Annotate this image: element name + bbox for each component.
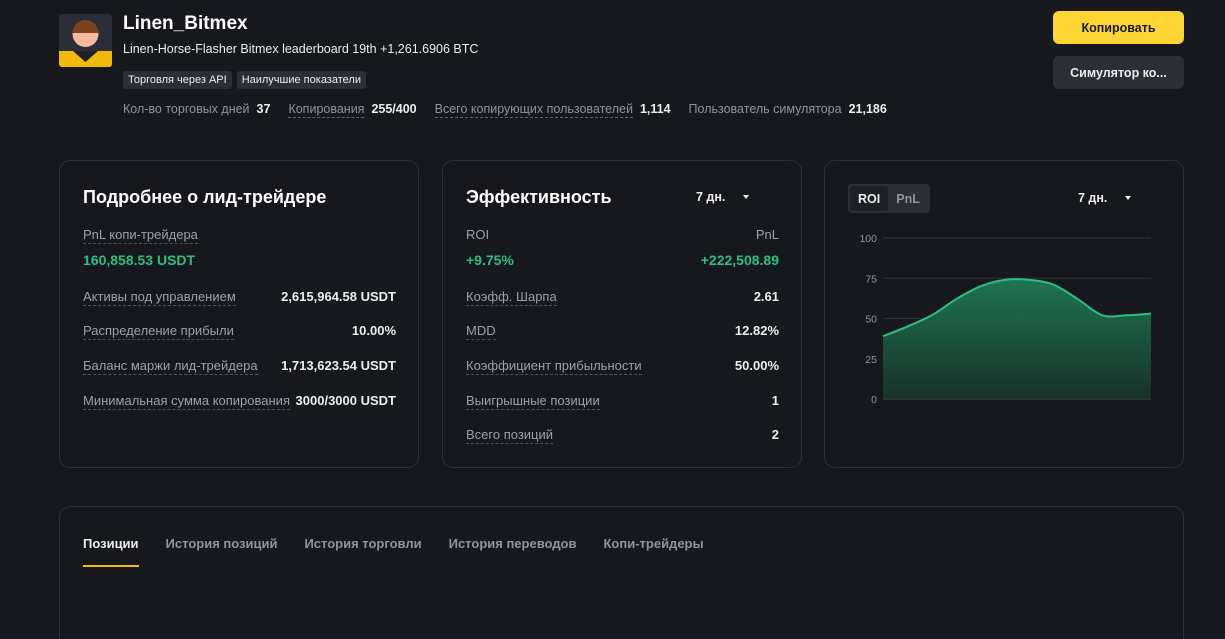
stat-copies: Копирования 255/400 [288,102,417,118]
positions-panel: Позиции История позиций История торговли… [59,506,1184,639]
perf-row-mdd: MDD 12.82% [466,323,779,340]
detail-label[interactable]: Минимальная сумма копирования [83,393,290,410]
detail-label[interactable]: Активы под управлением [83,289,236,306]
stat-label: Пользователь симулятора [688,102,842,116]
performance-period-dropdown[interactable]: 7 дн. [696,190,750,204]
tag-api-trading: Торговля через API [123,71,232,89]
detail-label[interactable]: Распределение прибыли [83,323,234,340]
avatar [59,14,112,67]
tab-trade-history[interactable]: История торговли [304,536,421,567]
stat-label[interactable]: Всего копирующих пользователей [434,102,633,118]
roi-area [883,279,1151,399]
detail-row-min-copy: Минимальная сумма копирования 3000/3000 … [83,393,396,410]
detail-row-aum: Активы под управлением 2,615,964.58 USDT [83,289,396,306]
stat-total-copiers: Всего копирующих пользователей 1,114 [434,102,671,118]
detail-value: 2,615,964.58 USDT [281,289,396,304]
perf-value: 50.00% [734,358,779,373]
stat-trading-days: Кол-во торговых дней 37 [123,102,270,116]
y-tick-label: 50 [865,314,877,326]
trader-description: Linen-Horse-Flasher Bitmex leaderboard 1… [123,42,479,56]
tab-positions[interactable]: Позиции [83,536,139,567]
stat-simulator-users: Пользователь симулятора 21,186 [689,102,887,116]
perf-label[interactable]: Коэфф. Шарпа [466,289,557,306]
perf-value: 12.82% [734,323,779,338]
detail-value: 10.00% [351,323,396,338]
roi-pnl-value-row: +9.75% +222,508.89 [466,252,779,268]
roi-chart-card: ROI PnL 7 дн. 100 75 50 25 0 [824,160,1184,468]
copy-pnl-label[interactable]: PnL копи-трейдера [83,227,198,244]
stat-value: 21,186 [848,102,887,116]
perf-value: 2 [771,427,779,442]
perf-value: 2.61 [753,289,779,304]
perf-label[interactable]: Коэффициент прибыльности [466,358,642,375]
roi-label: ROI [466,227,490,242]
tags: Торговля через API Наилучшие показатели [123,71,366,89]
pnl-value: +222,508.89 [700,252,779,268]
y-tick-label: 0 [871,394,877,406]
roi-chart: 100 75 50 25 0 [859,233,1152,406]
detail-row-margin-balance: Баланс маржи лид-трейдера 1,713,623.54 U… [83,358,396,375]
perf-row-profit-factor: Коэффициент прибыльности 50.00% [466,358,779,375]
avatar-image [59,14,112,67]
stat-label[interactable]: Копирования [288,102,365,118]
perf-label[interactable]: MDD [466,323,496,340]
stat-label: Кол-во торговых дней [123,102,250,116]
performance-card: Эффективность 7 дн. ROI PnL +9.75% +222,… [442,160,802,468]
stat-value: 37 [256,102,271,116]
performance-title: Эффективность [466,187,612,207]
detail-value: 1,713,623.54 USDT [281,358,396,373]
detail-row-profit-share: Распределение прибыли 10.00% [83,323,396,340]
y-tick-label: 100 [859,233,877,245]
perf-row-total-positions: Всего позиций 2 [466,427,779,444]
detail-value: 3000/3000 USDT [295,393,396,408]
copy-pnl-value-row: 160,858.53 USDT [83,252,396,268]
tab-transfer-history[interactable]: История переводов [449,536,577,567]
pnl-label: PnL [755,227,779,242]
stat-value: 255/400 [371,102,417,116]
copy-pnl-value: 160,858.53 USDT [83,252,196,268]
period-label: 7 дн. [696,190,726,204]
tab-copy-traders[interactable]: Копи-трейдеры [603,536,703,567]
detail-label[interactable]: Баланс маржи лид-трейдера [83,358,258,375]
copy-pnl-label-row: PnL копи-трейдера [83,227,396,244]
tag-best-performance: Наилучшие показатели [236,71,366,89]
tab-bar: Позиции История позиций История торговли… [83,536,704,567]
trader-name: Linen_Bitmex [123,13,248,34]
trader-stats: Кол-во торговых дней 37 Копирования 255/… [123,102,905,118]
tab-position-history[interactable]: История позиций [166,536,278,567]
perf-label[interactable]: Всего позиций [466,427,554,444]
copy-button[interactable]: Копировать [1053,11,1184,44]
chevron-down-icon [743,195,750,199]
y-tick-label: 25 [865,354,877,366]
y-tick-label: 75 [865,273,877,285]
perf-label[interactable]: Выигрышные позиции [466,393,600,410]
lead-trader-details-card: Подробнее о лид-трейдере PnL копи-трейде… [59,160,419,468]
perf-row-sharpe: Коэфф. Шарпа 2.61 [466,289,779,306]
perf-value: 1 [771,393,779,408]
perf-row-winning-positions: Выигрышные позиции 1 [466,393,779,410]
stat-value: 1,114 [639,102,671,116]
roi-value: +9.75% [466,252,514,268]
details-title: Подробнее о лид-трейдере [83,187,327,207]
roi-pnl-label-row: ROI PnL [466,227,779,243]
simulator-button[interactable]: Симулятор ко... [1053,56,1184,89]
